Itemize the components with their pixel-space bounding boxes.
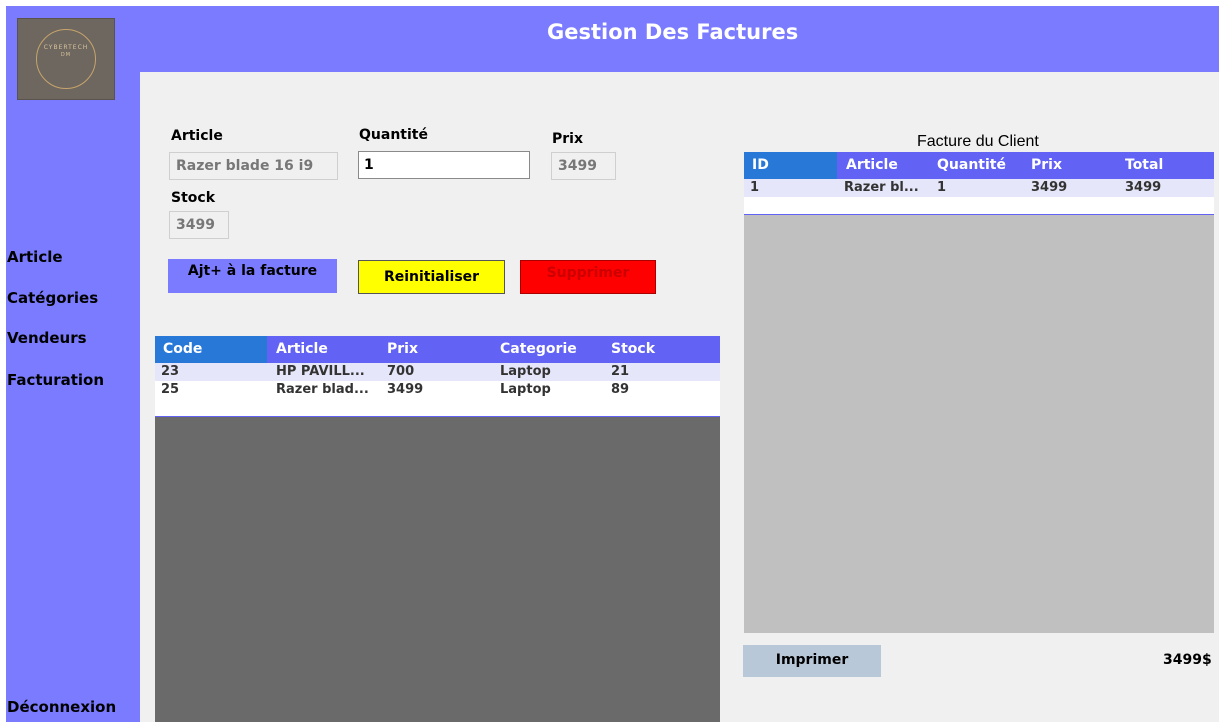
table-cell: 1 [750, 180, 760, 195]
table-cell: 25 [161, 382, 180, 397]
column-header-quantite[interactable]: Quantité [937, 157, 1006, 173]
table-cell: 3499 [1031, 180, 1068, 195]
quantity-input[interactable]: 1 [358, 151, 530, 179]
table-row[interactable]: 25 Razer blad... 3499 Laptop 89 [155, 381, 720, 399]
column-header-total[interactable]: Total [1125, 157, 1163, 173]
table-cell: 23 [161, 364, 180, 379]
column-header-id[interactable]: ID [752, 157, 769, 173]
table-cell: Razer blad... [276, 382, 369, 397]
sidebar-item-facturation[interactable]: Facturation [7, 371, 104, 389]
price-label: Prix [552, 131, 583, 147]
articles-table-header: Code Article Prix Categorie Stock [155, 336, 720, 363]
table-cell: 89 [611, 382, 630, 397]
sidebar-item-categories[interactable]: Catégories [7, 289, 98, 307]
quantity-label: Quantité [359, 127, 428, 143]
main-content: Article Razer blade 16 i9 Quantité 1 Pri… [140, 72, 1219, 722]
print-button[interactable]: Imprimer [743, 645, 881, 677]
column-header-categorie[interactable]: Categorie [500, 341, 577, 357]
delete-button[interactable]: Supprimer [520, 260, 656, 294]
logo-subtext: DM [60, 52, 72, 58]
table-row[interactable]: 23 HP PAVILL... 700 Laptop 21 [155, 363, 720, 381]
column-header-article[interactable]: Article [276, 341, 328, 357]
article-field[interactable]: Razer blade 16 i9 [169, 152, 338, 180]
invoice-title: Facture du Client [917, 133, 1039, 150]
table-cell: 1 [937, 180, 947, 195]
column-header-article[interactable]: Article [846, 157, 898, 173]
articles-table[interactable]: Code Article Prix Categorie Stock 23 HP … [155, 336, 720, 722]
table-cell: 3499 [1125, 180, 1162, 195]
table-cell: HP PAVILL... [276, 364, 365, 379]
table-empty-row [155, 399, 720, 417]
reset-button[interactable]: Reinitialiser [358, 260, 505, 294]
table-row[interactable]: 1 Razer bl... 1 3499 3499 [744, 179, 1214, 197]
table-cell: Laptop [500, 364, 551, 379]
column-header-code[interactable]: Code [163, 341, 202, 357]
stock-label: Stock [171, 190, 216, 206]
invoice-total: 3499$ [1163, 652, 1212, 668]
sidebar-item-vendeurs[interactable]: Vendeurs [7, 329, 87, 347]
column-header-stock[interactable]: Stock [611, 341, 655, 357]
invoice-table[interactable]: ID Article Quantité Prix Total 1 Razer b… [744, 152, 1214, 633]
logo: CYBERTECH DM [17, 18, 115, 100]
logo-text: CYBERTECH [43, 44, 89, 51]
column-header-prix[interactable]: Prix [387, 341, 418, 357]
stock-field[interactable]: 3499 [169, 211, 229, 239]
table-cell: Razer bl... [844, 180, 919, 195]
table-cell: 700 [387, 364, 415, 379]
column-header-prix[interactable]: Prix [1031, 157, 1062, 173]
add-to-invoice-button[interactable]: Ajt+ à la facture [168, 259, 337, 293]
invoice-table-header: ID Article Quantité Prix Total [744, 152, 1214, 179]
price-field[interactable]: 3499 [551, 152, 616, 180]
page-title: Gestion Des Factures [547, 20, 799, 44]
logout-button[interactable]: Déconnexion [7, 698, 116, 716]
table-cell: 21 [611, 364, 630, 379]
article-label: Article [171, 128, 223, 144]
logo-ring-icon [36, 29, 96, 89]
table-empty-row [744, 197, 1214, 215]
table-cell: 3499 [387, 382, 424, 397]
sidebar-item-article[interactable]: Article [7, 248, 63, 266]
header: Gestion Des Factures [139, 6, 1219, 72]
app-window: Gestion Des Factures CYBERTECH DM Articl… [6, 6, 1219, 722]
table-cell: Laptop [500, 382, 551, 397]
